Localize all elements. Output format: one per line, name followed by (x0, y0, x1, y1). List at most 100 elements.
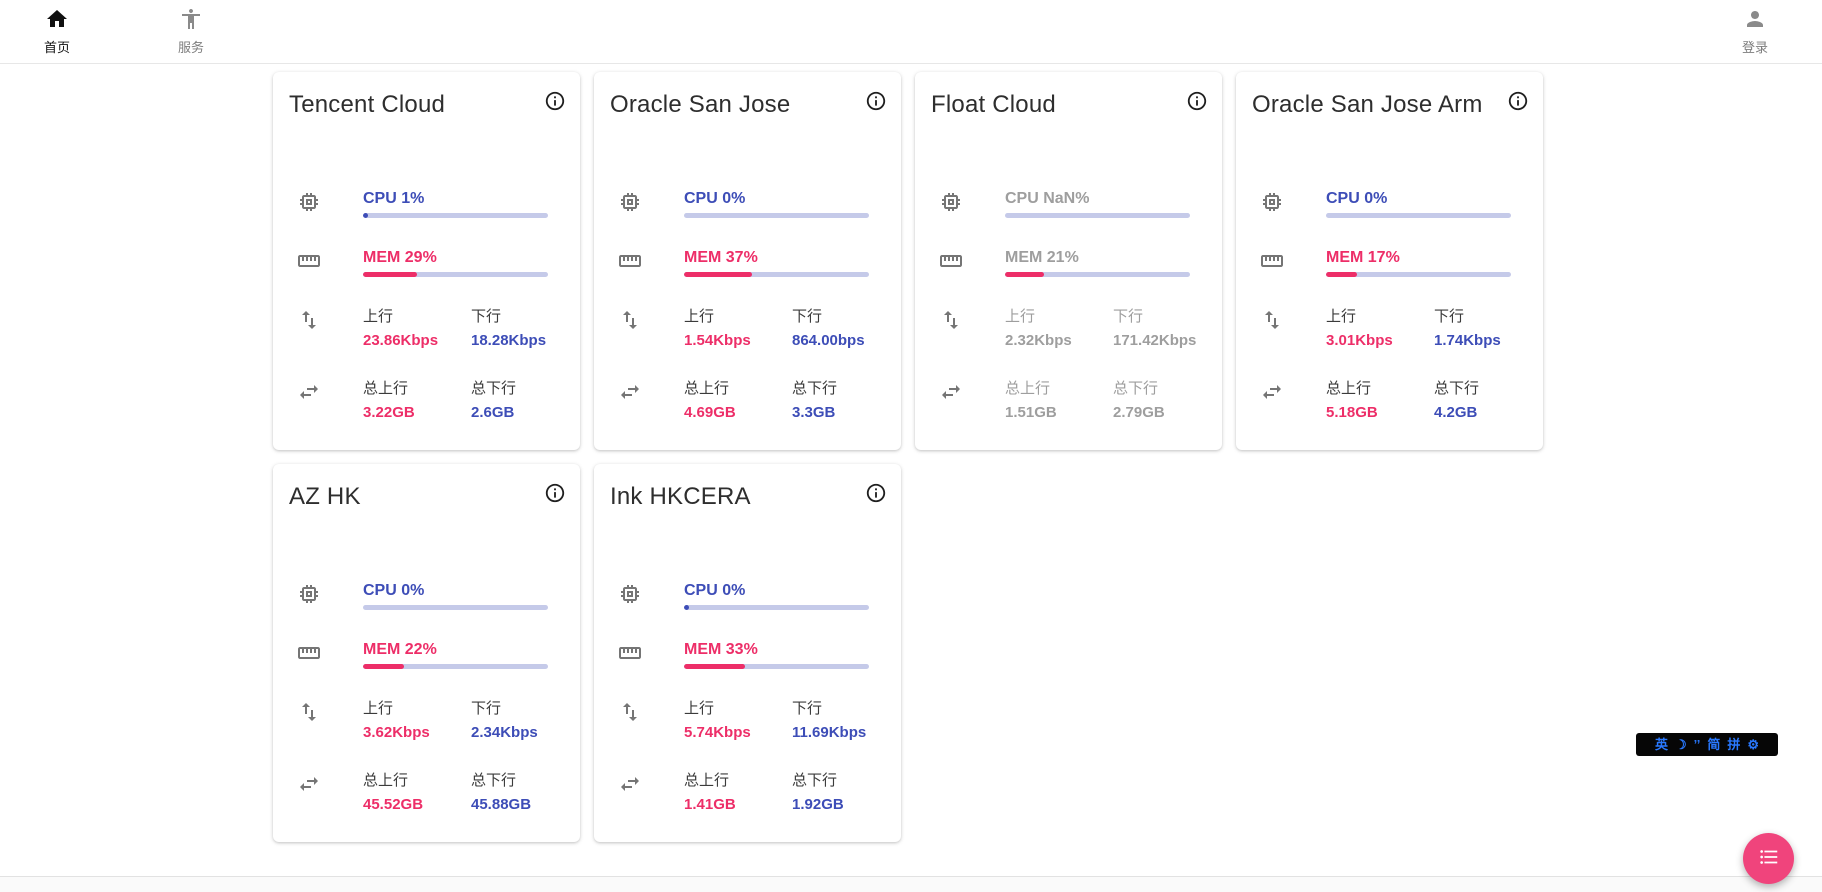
server-grid: Tencent Cloud CPU 1% (273, 72, 1543, 842)
top-nav: 首页 服务 登录 (0, 0, 1822, 64)
cpu-chip-icon (297, 582, 321, 606)
info-icon[interactable] (865, 482, 887, 504)
total-row: 总上行 5.18GB 总下行 4.2GB (1260, 380, 1511, 421)
server-list-fab[interactable] (1743, 833, 1794, 884)
info-icon[interactable] (865, 90, 887, 112)
memory-ruler-icon (297, 249, 321, 273)
upload-speed: 上行 2.32Kbps (1005, 308, 1113, 349)
swap-vertical-icon (618, 700, 642, 724)
info-icon[interactable] (544, 482, 566, 504)
cpu-row: CPU 0% (297, 582, 548, 610)
swap-vertical-icon (297, 700, 321, 724)
cpu-chip-icon (618, 190, 642, 214)
person-icon (1743, 7, 1767, 34)
footer (0, 876, 1822, 892)
cpu-usage-label: CPU 0% (684, 582, 869, 599)
nav-login-label: 登录 (1742, 37, 1768, 56)
mem-progress-bar (363, 272, 548, 277)
nav-item-services[interactable]: 服务 (174, 7, 208, 56)
ime-moon-icon[interactable]: ☽ (1675, 738, 1687, 751)
total-upload-value: 1.41GB (684, 797, 792, 813)
upload-label: 上行 (1326, 308, 1434, 326)
ime-simplified-mode[interactable]: 简 (1707, 738, 1720, 751)
total-download-label: 总下行 (471, 380, 579, 398)
cpu-meter: CPU NaN% (1005, 190, 1190, 218)
home-icon (45, 7, 69, 34)
mem-row: MEM 21% (939, 249, 1190, 277)
download-value: 11.69Kbps (792, 725, 900, 741)
download-label: 下行 (471, 308, 579, 326)
upload-value: 3.62Kbps (363, 725, 471, 741)
upload-speed: 上行 23.86Kbps (363, 308, 471, 349)
upload-speed: 上行 3.01Kbps (1326, 308, 1434, 349)
cpu-row: CPU 0% (618, 582, 869, 610)
cpu-bar-fill (684, 605, 689, 610)
upload-value: 5.74Kbps (684, 725, 792, 741)
server-card: Ink HKCERA CPU 0% (594, 464, 901, 842)
total-row: 总上行 3.22GB 总下行 2.6GB (297, 380, 548, 421)
mem-meter: MEM 22% (363, 641, 548, 669)
mem-row: MEM 37% (618, 249, 869, 277)
info-icon[interactable] (1186, 90, 1208, 112)
nav-item-login[interactable]: 登录 (1738, 7, 1772, 56)
ime-english-mode[interactable]: 英 (1655, 738, 1668, 751)
ime-settings-gear-icon[interactable]: ⚙ (1747, 738, 1759, 751)
cpu-progress-bar (363, 605, 548, 610)
upload-speed: 上行 5.74Kbps (684, 700, 792, 741)
cpu-chip-icon (618, 582, 642, 606)
mem-bar-fill (363, 272, 417, 277)
memory-ruler-icon (618, 641, 642, 665)
total-upload: 总上行 1.41GB (684, 772, 792, 813)
cpu-meter: CPU 0% (684, 190, 869, 218)
total-download-label: 总下行 (792, 772, 900, 790)
upload-label: 上行 (363, 700, 471, 718)
mem-progress-bar (363, 664, 548, 669)
total-upload-label: 总上行 (1326, 380, 1434, 398)
server-card: Oracle San Jose Arm CPU 0% (1236, 72, 1543, 450)
download-value: 18.28Kbps (471, 333, 579, 349)
mem-progress-bar (1326, 272, 1511, 277)
swap-vertical-icon (939, 308, 963, 332)
mem-progress-bar (684, 664, 869, 669)
total-upload-label: 总上行 (363, 772, 471, 790)
server-card: Float Cloud CPU NaN% (915, 72, 1222, 450)
total-upload: 总上行 3.22GB (363, 380, 471, 421)
download-label: 下行 (792, 700, 900, 718)
ime-punctuation-mode[interactable]: ’’ (1694, 738, 1701, 751)
total-upload-label: 总上行 (1005, 380, 1113, 398)
mem-meter: MEM 21% (1005, 249, 1190, 277)
download-speed: 下行 18.28Kbps (471, 308, 579, 349)
server-name: Tencent Cloud (289, 88, 445, 121)
info-icon[interactable] (1507, 90, 1529, 112)
total-download: 总下行 1.92GB (792, 772, 900, 813)
ime-pinyin-mode[interactable]: 拼 (1727, 738, 1740, 751)
ime-toolbar[interactable]: 英 ☽ ’’ 简 拼 ⚙ (1636, 733, 1778, 756)
info-icon[interactable] (544, 90, 566, 112)
total-upload: 总上行 1.51GB (1005, 380, 1113, 421)
total-upload-label: 总上行 (363, 380, 471, 398)
memory-ruler-icon (1260, 249, 1284, 273)
server-name: Ink HKCERA (610, 480, 751, 513)
nav-item-home[interactable]: 首页 (40, 7, 74, 56)
total-columns: 总上行 45.52GB 总下行 45.88GB (363, 772, 579, 813)
speed-row: 上行 3.62Kbps 下行 2.34Kbps (297, 700, 548, 741)
speed-columns: 上行 3.01Kbps 下行 1.74Kbps (1326, 308, 1542, 349)
mem-progress-bar (684, 272, 869, 277)
download-speed: 下行 2.34Kbps (471, 700, 579, 741)
server-card: Tencent Cloud CPU 1% (273, 72, 580, 450)
speed-row: 上行 1.54Kbps 下行 864.00bps (618, 308, 869, 349)
swap-horizontal-icon (618, 772, 642, 796)
speed-row: 上行 3.01Kbps 下行 1.74Kbps (1260, 308, 1511, 349)
server-stats: CPU 1% MEM 29% (273, 190, 580, 421)
total-upload: 总上行 4.69GB (684, 380, 792, 421)
download-label: 下行 (1434, 308, 1542, 326)
server-stats: CPU 0% MEM 37% (594, 190, 901, 421)
total-columns: 总上行 1.51GB 总下行 2.79GB (1005, 380, 1221, 421)
total-row: 总上行 1.41GB 总下行 1.92GB (618, 772, 869, 813)
cpu-usage-label: CPU 0% (363, 582, 548, 599)
cpu-usage-label: CPU 0% (684, 190, 869, 207)
speed-columns: 上行 23.86Kbps 下行 18.28Kbps (363, 308, 579, 349)
cpu-row: CPU NaN% (939, 190, 1190, 218)
download-speed: 下行 864.00bps (792, 308, 900, 349)
upload-speed: 上行 1.54Kbps (684, 308, 792, 349)
